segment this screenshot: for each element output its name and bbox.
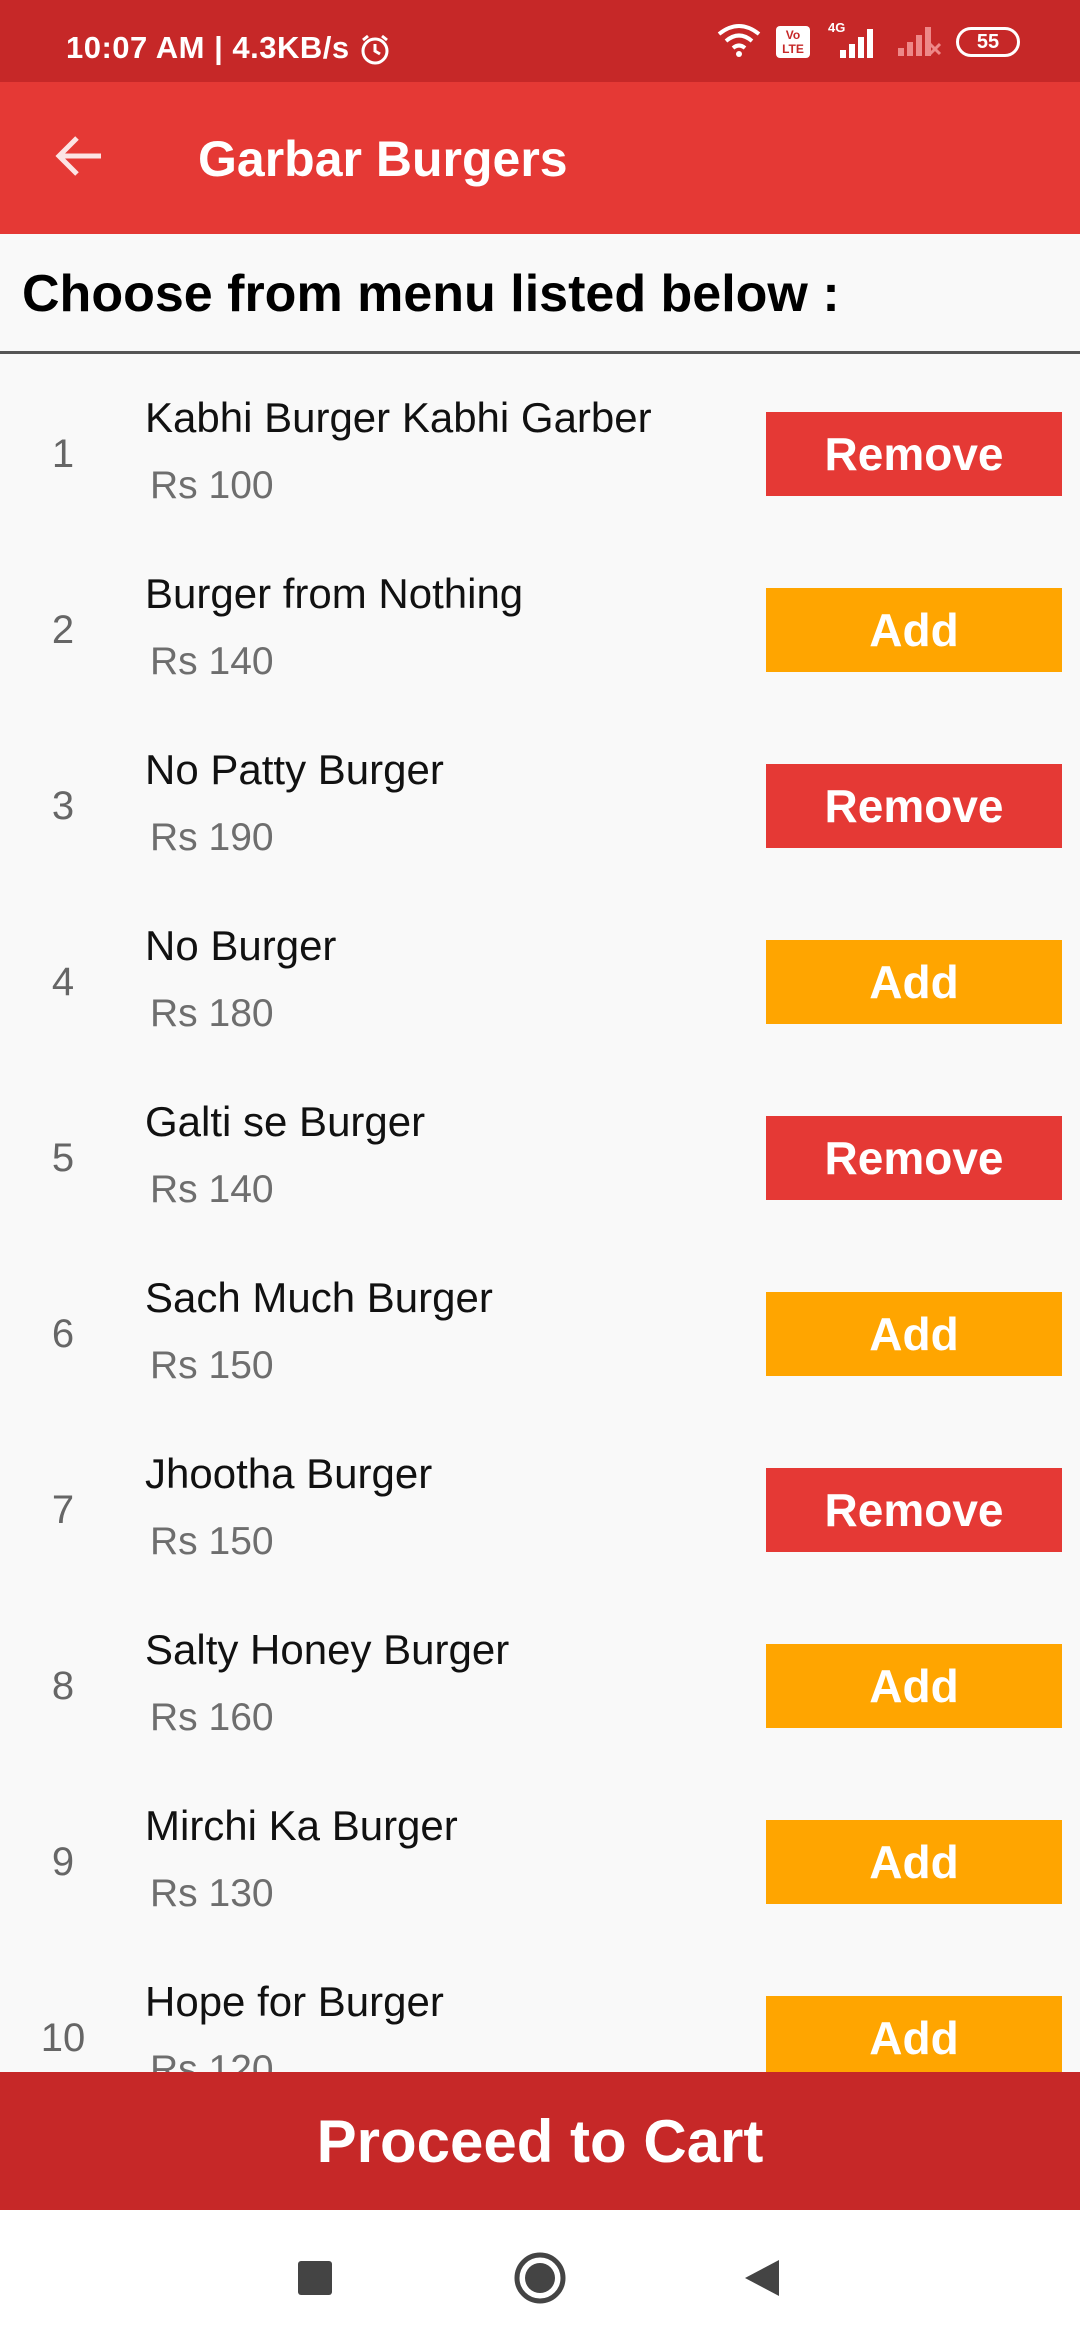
home-circle-icon [513, 2251, 567, 2310]
item-number: 8 [51, 1664, 75, 1708]
remove-button[interactable]: Remove [766, 1116, 1062, 1200]
status-bar: 10:07 AM | 4.3KB/s Vo LTE 4G 55 [0, 0, 1080, 82]
add-button[interactable]: Add [766, 1996, 1062, 2072]
nav-back-button[interactable] [722, 2240, 802, 2320]
item-price: Rs 100 [150, 464, 274, 507]
back-triangle-icon [743, 2258, 781, 2303]
back-button[interactable] [40, 120, 116, 196]
item-price: Rs 160 [150, 1696, 274, 1739]
menu-item-row: 7 Jhootha Burger Rs 150 Remove [0, 1410, 1080, 1586]
menu-item-row: 5 Galti se Burger Rs 140 Remove [0, 1058, 1080, 1234]
item-name: No Burger [145, 922, 337, 969]
item-number: 7 [51, 1488, 75, 1532]
menu-item-row: 8 Salty Honey Burger Rs 160 Add [0, 1586, 1080, 1762]
item-number: 4 [51, 960, 75, 1004]
page-title: Garbar Burgers [198, 131, 568, 187]
item-name: Jhootha Burger [145, 1450, 433, 1497]
item-number: 9 [51, 1840, 75, 1884]
item-number: 3 [51, 784, 75, 828]
item-number: 1 [51, 432, 75, 476]
add-button[interactable]: Add [766, 1820, 1062, 1904]
item-name: Hope for Burger [145, 1978, 444, 2025]
item-name: Burger from Nothing [145, 570, 524, 617]
item-name: Sach Much Burger [145, 1274, 493, 1321]
item-number: 6 [51, 1312, 75, 1356]
menu-item-row: 10 Hope for Burger Rs 120 Add [0, 1938, 1080, 2072]
item-price: Rs 150 [150, 1344, 274, 1387]
item-price: Rs 150 [150, 1520, 274, 1563]
item-name: No Patty Burger [145, 746, 444, 793]
item-price: Rs 130 [150, 1872, 274, 1915]
battery-icon: 55 [956, 27, 1020, 57]
menu-subheader: Choose from menu listed below : [0, 234, 1080, 354]
status-icons: Vo LTE 4G 55 [716, 20, 1020, 63]
menu-list[interactable]: 1 Kabhi Burger Kabhi Garber Rs 100 Remov… [0, 354, 1080, 2072]
proceed-to-cart-button[interactable]: Proceed to Cart [0, 2072, 1080, 2210]
item-price: Rs 190 [150, 816, 274, 859]
item-price: Rs 140 [150, 640, 274, 683]
menu-item-row: 1 Kabhi Burger Kabhi Garber Rs 100 Remov… [0, 354, 1080, 530]
volte-icon: Vo LTE [776, 26, 810, 58]
system-nav-bar [0, 2210, 1080, 2340]
item-price: Rs 140 [150, 1168, 274, 1211]
menu-item-row: 2 Burger from Nothing Rs 140 Add [0, 530, 1080, 706]
recents-square-icon [298, 2260, 332, 2300]
item-name: Kabhi Burger Kabhi Garber [145, 394, 652, 441]
signal-empty-icon [896, 22, 942, 63]
status-time-speed: 10:07 AM | 4.3KB/s [66, 30, 350, 65]
wifi-icon [716, 22, 762, 63]
item-number: 5 [51, 1136, 75, 1180]
remove-button[interactable]: Remove [766, 1468, 1062, 1552]
item-name: Galti se Burger [145, 1098, 426, 1145]
add-button[interactable]: Add [766, 588, 1062, 672]
signal-icon: 4G [824, 20, 882, 60]
item-number: 10 [40, 2016, 86, 2060]
menu-item-row: 9 Mirchi Ka Burger Rs 130 Add [0, 1762, 1080, 1938]
item-price: Rs 180 [150, 992, 274, 1035]
arrow-left-icon [53, 134, 103, 183]
alarm-icon [358, 33, 392, 72]
menu-item-row: 6 Sach Much Burger Rs 150 Add [0, 1234, 1080, 1410]
subheader-text: Choose from menu listed below : [22, 265, 840, 323]
menu-item-row: 3 No Patty Burger Rs 190 Remove [0, 706, 1080, 882]
home-button[interactable] [500, 2240, 580, 2320]
item-name: Salty Honey Burger [145, 1626, 510, 1673]
item-name: Mirchi Ka Burger [145, 1802, 458, 1849]
add-button[interactable]: Add [766, 1644, 1062, 1728]
remove-button[interactable]: Remove [766, 412, 1062, 496]
item-number: 2 [51, 608, 75, 652]
remove-button[interactable]: Remove [766, 764, 1062, 848]
app-bar: Garbar Burgers [0, 82, 1080, 234]
add-button[interactable]: Add [766, 1292, 1062, 1376]
add-button[interactable]: Add [766, 940, 1062, 1024]
menu-item-row: 4 No Burger Rs 180 Add [0, 882, 1080, 1058]
item-price: Rs 120 [150, 2048, 274, 2072]
recents-button[interactable] [275, 2240, 355, 2320]
